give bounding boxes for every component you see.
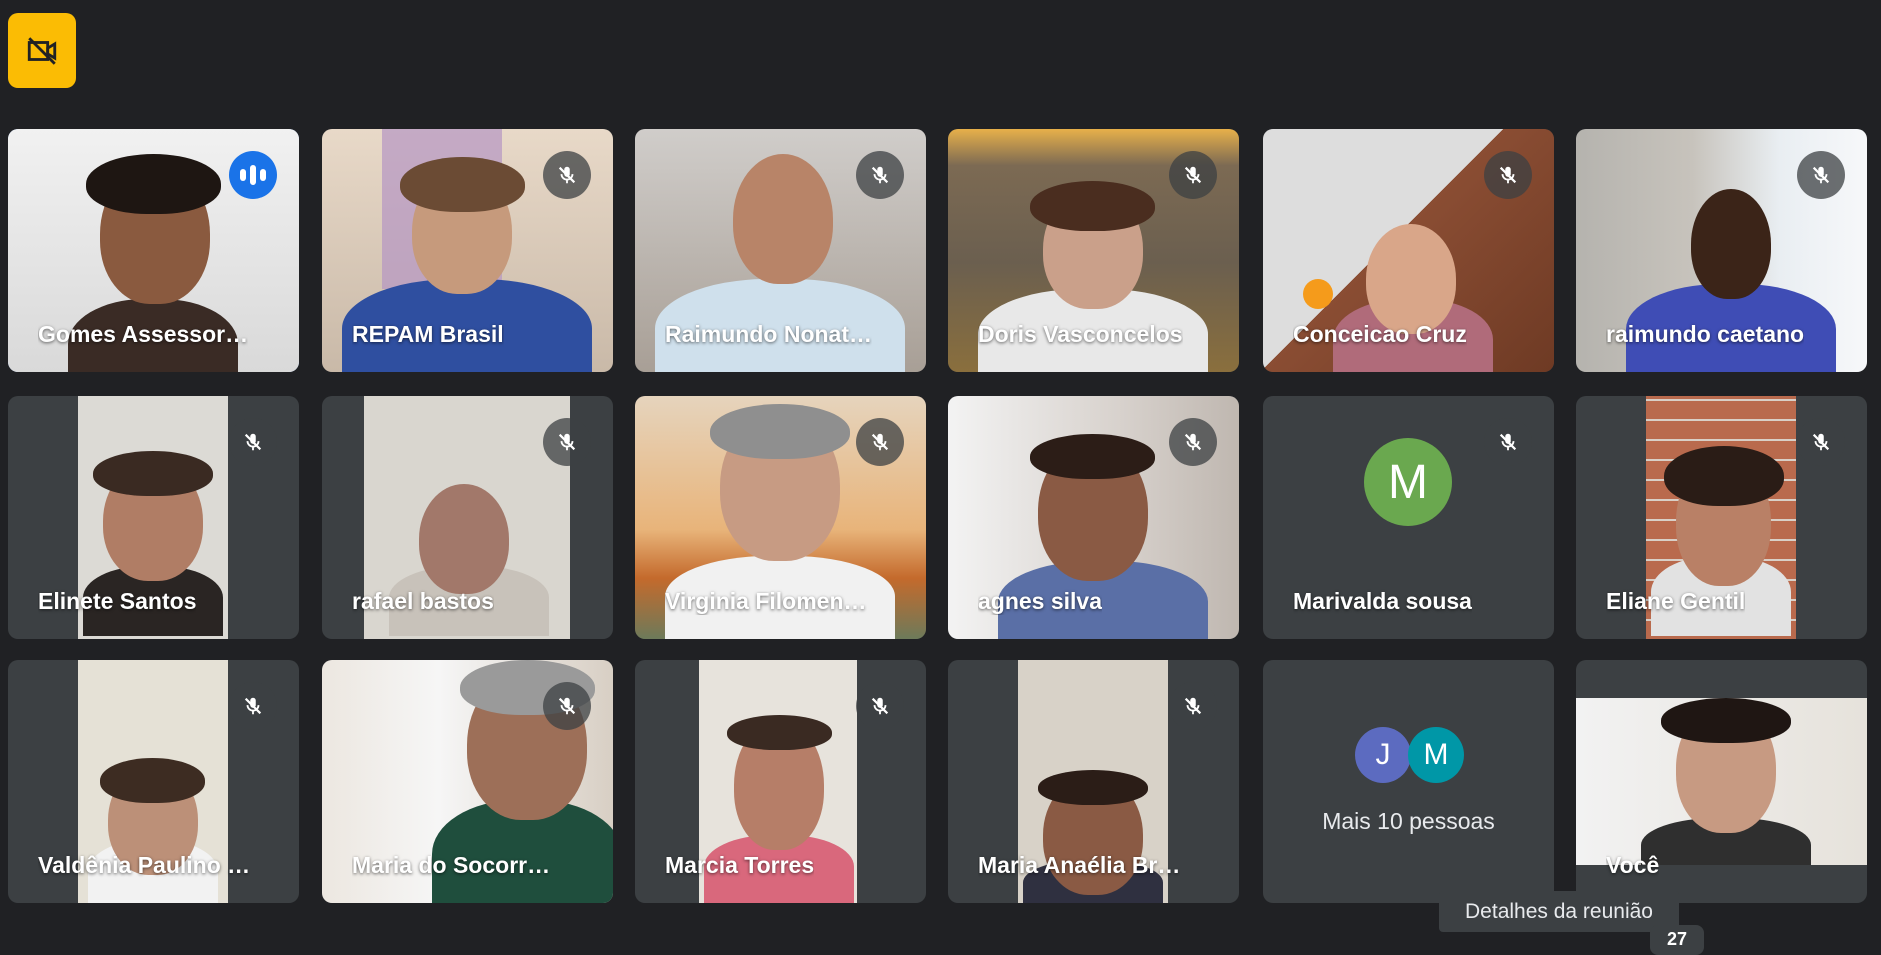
mic-off-icon	[1797, 418, 1845, 466]
avatar: M	[1408, 727, 1464, 783]
mic-off-icon	[1797, 151, 1845, 199]
participant-tile[interactable]: Raimundo Nonat…	[635, 129, 926, 372]
speaking-indicator-icon	[229, 151, 277, 199]
participant-name: Doris Vasconcelos	[978, 321, 1183, 347]
participant-tile[interactable]: Gomes Assessor…	[8, 129, 299, 372]
mic-off-icon	[1169, 418, 1217, 466]
participant-name: Valdênia Paulino …	[38, 852, 251, 878]
more-participants-tile[interactable]: J M Mais 10 pessoas	[1263, 660, 1554, 903]
participant-name: REPAM Brasil	[352, 321, 504, 347]
participant-name: Eliane Gentil	[1606, 588, 1746, 614]
participant-tile[interactable]: REPAM Brasil	[322, 129, 613, 372]
participant-name: rafael bastos	[352, 588, 494, 614]
participant-name: Marcia Torres	[665, 852, 815, 878]
participant-tile[interactable]: rafael bastos	[322, 396, 613, 639]
participant-tile[interactable]: Maria do Socorr…	[322, 660, 613, 903]
mic-off-icon	[856, 418, 904, 466]
participant-tile[interactable]: Valdênia Paulino …	[8, 660, 299, 903]
avatar: M	[1364, 438, 1452, 526]
mic-off-icon	[543, 682, 591, 730]
participant-tile[interactable]: Eliane Gentil	[1576, 396, 1867, 639]
participant-name: raimundo caetano	[1606, 321, 1805, 347]
participant-tile[interactable]: raimundo caetano	[1576, 129, 1867, 372]
participant-tile[interactable]: agnes silva	[948, 396, 1239, 639]
mic-off-icon	[1484, 418, 1532, 466]
participant-tile[interactable]: Doris Vasconcelos	[948, 129, 1239, 372]
mic-off-icon	[229, 682, 277, 730]
participant-grid: Gomes Assessor… REPAM Brasil Raimundo No…	[0, 0, 1881, 940]
participant-name: Elinete Santos	[38, 588, 197, 614]
participant-name: Gomes Assessor…	[38, 321, 249, 347]
mic-off-icon	[856, 151, 904, 199]
participant-tile[interactable]: Elinete Santos	[8, 396, 299, 639]
participant-tile[interactable]: Marcia Torres	[635, 660, 926, 903]
self-name: Você	[1606, 852, 1660, 878]
meeting-details-tooltip: Detalhes da reunião	[1439, 891, 1679, 932]
mic-off-icon	[1484, 151, 1532, 199]
participant-count-badge[interactable]: 27	[1650, 925, 1704, 955]
mic-off-icon	[543, 151, 591, 199]
mic-off-icon	[543, 418, 591, 466]
participant-name: Maria Anaélia Br…	[978, 852, 1181, 878]
participant-tile[interactable]: M Marivalda sousa	[1263, 396, 1554, 639]
participant-name: Marivalda sousa	[1293, 588, 1472, 614]
participant-tile[interactable]: Virginia Filomen…	[635, 396, 926, 639]
more-participants-label: Mais 10 pessoas	[1322, 808, 1495, 834]
participant-tile[interactable]: Maria Anaélia Br…	[948, 660, 1239, 903]
self-tile[interactable]: Você	[1576, 660, 1867, 903]
mic-off-icon	[856, 682, 904, 730]
participant-tile[interactable]: Conceicao Cruz	[1263, 129, 1554, 372]
participant-name: Conceicao Cruz	[1293, 321, 1467, 347]
mic-off-icon	[229, 418, 277, 466]
participant-name: Raimundo Nonat…	[665, 321, 872, 347]
mic-off-icon	[1169, 682, 1217, 730]
mic-off-icon	[1169, 151, 1217, 199]
self-video	[1576, 698, 1867, 865]
participant-name: Virginia Filomen…	[665, 588, 867, 614]
avatar: J	[1355, 727, 1411, 783]
participant-name: Maria do Socorr…	[352, 852, 551, 878]
participant-name: agnes silva	[978, 588, 1103, 614]
